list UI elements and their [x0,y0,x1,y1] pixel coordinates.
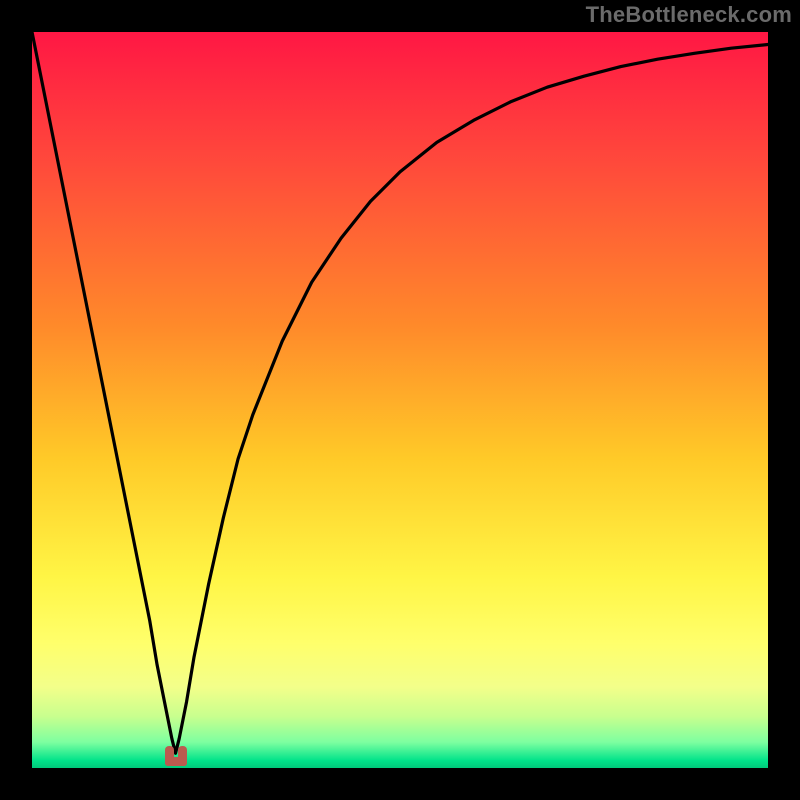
watermark-text: TheBottleneck.com [586,2,792,28]
bottleneck-curve [32,32,768,768]
optimum-marker-icon [165,746,187,766]
plot-area [32,32,768,768]
chart-frame: TheBottleneck.com [0,0,800,800]
